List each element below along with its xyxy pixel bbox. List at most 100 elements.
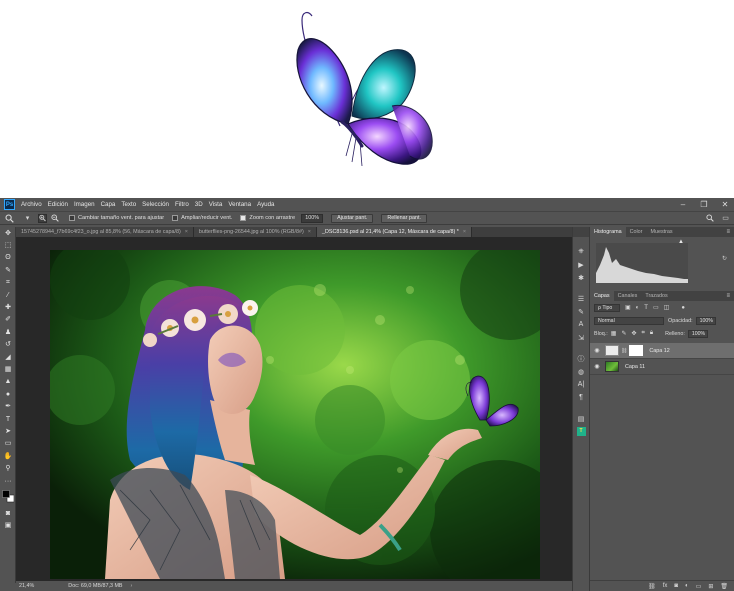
fit-screen-button[interactable]: Ajustar pant. [331,213,374,223]
healing-brush-tool-icon[interactable]: ✚ [0,301,16,313]
filter-toggle-icon[interactable]: ● [681,305,685,311]
menu-capa[interactable]: Capa [101,201,116,208]
menu-archivo[interactable]: Archivo [21,201,42,208]
resize-windows-checkbox[interactable] [69,215,75,221]
trash-icon[interactable]: 🗑︎ [720,583,728,590]
history-icon[interactable]: ⎈ [573,245,589,258]
scrubby-zoom-checkbox[interactable] [240,215,247,221]
libraries-icon[interactable]: ▤ [573,412,589,425]
dropdown-arrow-icon[interactable]: ▾ [23,214,32,223]
add-mask-icon[interactable]: ◙ [674,583,678,589]
close-icon[interactable]: × [185,229,188,235]
layer-name[interactable]: Capa 12 [649,348,669,354]
menu-vista[interactable]: Vista [209,201,223,208]
blur-tool-icon[interactable]: ▲ [0,376,16,388]
visibility-eye-icon[interactable]: ◉ [592,363,602,370]
lasso-tool-icon[interactable]: ʘ [0,252,16,264]
menu-imagen[interactable]: Imagen [74,201,95,208]
brush-tool-icon[interactable]: ✐ [0,314,16,326]
info-icon[interactable]: ⓘ [573,352,589,365]
zoom-tool-icon[interactable]: ⚲ [0,462,16,474]
status-zoom[interactable]: 21,4% [19,583,34,589]
eyedropper-tool-icon[interactable]: ⁄ [0,289,16,301]
zoom-tool-icon[interactable] [5,214,14,223]
more-tools-icon[interactable]: ··· [0,475,16,487]
tab-canales[interactable]: Canales [614,291,642,301]
search-icon[interactable] [705,214,714,223]
tab-capas[interactable]: Capas [590,291,614,301]
pen-tool-icon[interactable]: ✒ [0,400,16,412]
tab-muestras[interactable]: Muestras [646,227,676,237]
filter-shape-icon[interactable]: ▭ [653,304,659,311]
lock-position-icon[interactable]: ✥ [632,330,637,337]
visibility-eye-icon[interactable]: ◉ [592,347,602,354]
tab-histograma[interactable]: Histograma [590,227,626,237]
group-icon[interactable]: ▭ [696,583,702,590]
menu-filtro[interactable]: Filtro [175,201,189,208]
layer-style-icon[interactable]: fx [663,583,668,589]
zoom-out-icon[interactable] [50,214,59,223]
screen-mode-icon[interactable]: ▣ [0,520,16,532]
layer-mask-thumbnail[interactable] [629,345,644,356]
adjustments-icon[interactable]: ✱ [573,271,589,284]
type-panel-icon[interactable]: A [573,318,589,331]
zoom-value-field[interactable]: 100% [301,213,324,223]
blend-mode-select[interactable]: Normal [594,316,664,325]
fill-field[interactable]: 100% [687,329,708,338]
menu-ayuda[interactable]: Ayuda [257,201,274,208]
layer-row[interactable]: ◉ Capa 11 [590,359,734,375]
close-icon[interactable]: × [308,229,311,235]
status-arrow-icon[interactable]: › [131,583,133,589]
gradient-tool-icon[interactable]: ▦ [0,363,16,375]
new-layer-icon[interactable]: ⊞ [708,583,713,590]
lock-all-icon[interactable]: 🔒︎ [650,330,653,337]
paragraph-icon[interactable]: ¶ [573,391,589,404]
close-window-button[interactable]: ✕ [718,198,732,211]
menu-ventana[interactable]: Ventana [228,201,251,208]
lock-artboard-icon[interactable]: ⌗ [642,330,645,337]
workspace-icon[interactable]: ▭ [721,214,730,223]
path-select-tool-icon[interactable]: ➤ [0,425,16,437]
filter-adjust-icon[interactable]: ◐ [636,305,640,311]
mask-link-icon[interactable]: ⛓ [621,348,627,354]
zoom-in-icon[interactable] [38,213,47,223]
menu-seleccion[interactable]: Selección [142,201,169,208]
layer-kind-filter[interactable]: ρ Tipo [594,303,620,312]
adjustment-layer-icon[interactable]: ◐ [685,583,689,589]
quick-select-tool-icon[interactable]: ✎ [0,264,16,276]
maximize-button[interactable]: ❐ [697,198,711,211]
filter-type-icon[interactable]: T [644,305,648,311]
plugin-icon[interactable]: T [573,425,589,438]
menu-3d[interactable]: 3D [195,201,203,208]
properties-icon[interactable]: ☰ [573,292,589,305]
color-swatches-icon[interactable] [0,487,16,507]
filter-pixel-icon[interactable]: ▣ [625,304,631,311]
history-brush-tool-icon[interactable]: ↺ [0,339,16,351]
minimize-button[interactable]: – [676,198,690,211]
eraser-tool-icon[interactable]: ◢ [0,351,16,363]
menu-texto[interactable]: Texto [121,201,136,208]
doc-tab-1[interactable]: 15745278944_f7b69c4f23_o.jpg al 85,8% (5… [16,227,194,237]
quick-mask-icon[interactable]: ◙ [0,507,16,519]
opacity-field[interactable]: 100% [695,316,716,325]
lock-image-icon[interactable]: ✎ [621,330,626,337]
hand-tool-icon[interactable]: ✋ [0,450,16,462]
menu-edicion[interactable]: Edición [48,201,68,208]
close-icon[interactable]: × [463,229,466,235]
fill-screen-button[interactable]: Rellenar pant. [381,213,427,223]
canvas-area[interactable] [16,237,572,581]
refresh-icon[interactable]: ↻ [722,255,727,262]
layer-row[interactable]: ◉ ⛓ Capa 12 [590,343,734,359]
play-actions-icon[interactable]: ▶ [573,258,589,271]
clone-stamp-tool-icon[interactable]: ♟ [0,326,16,338]
marquee-tool-icon[interactable]: ⬚ [0,239,16,251]
tab-trazados[interactable]: Trazados [641,291,671,301]
filter-smart-icon[interactable]: ◫ [664,304,670,311]
document-image[interactable] [50,250,540,579]
brush-presets-icon[interactable]: ◍ [573,365,589,378]
crop-tool-icon[interactable]: ⌗ [0,277,16,289]
move-tool-icon[interactable]: ✥ [0,227,16,239]
doc-tab-3[interactable]: _DSC8136.psd al 21,4% (Capa 12, Máscara … [316,227,473,237]
paths-icon[interactable]: ⇲ [573,331,589,344]
shape-tool-icon[interactable]: ▭ [0,438,16,450]
